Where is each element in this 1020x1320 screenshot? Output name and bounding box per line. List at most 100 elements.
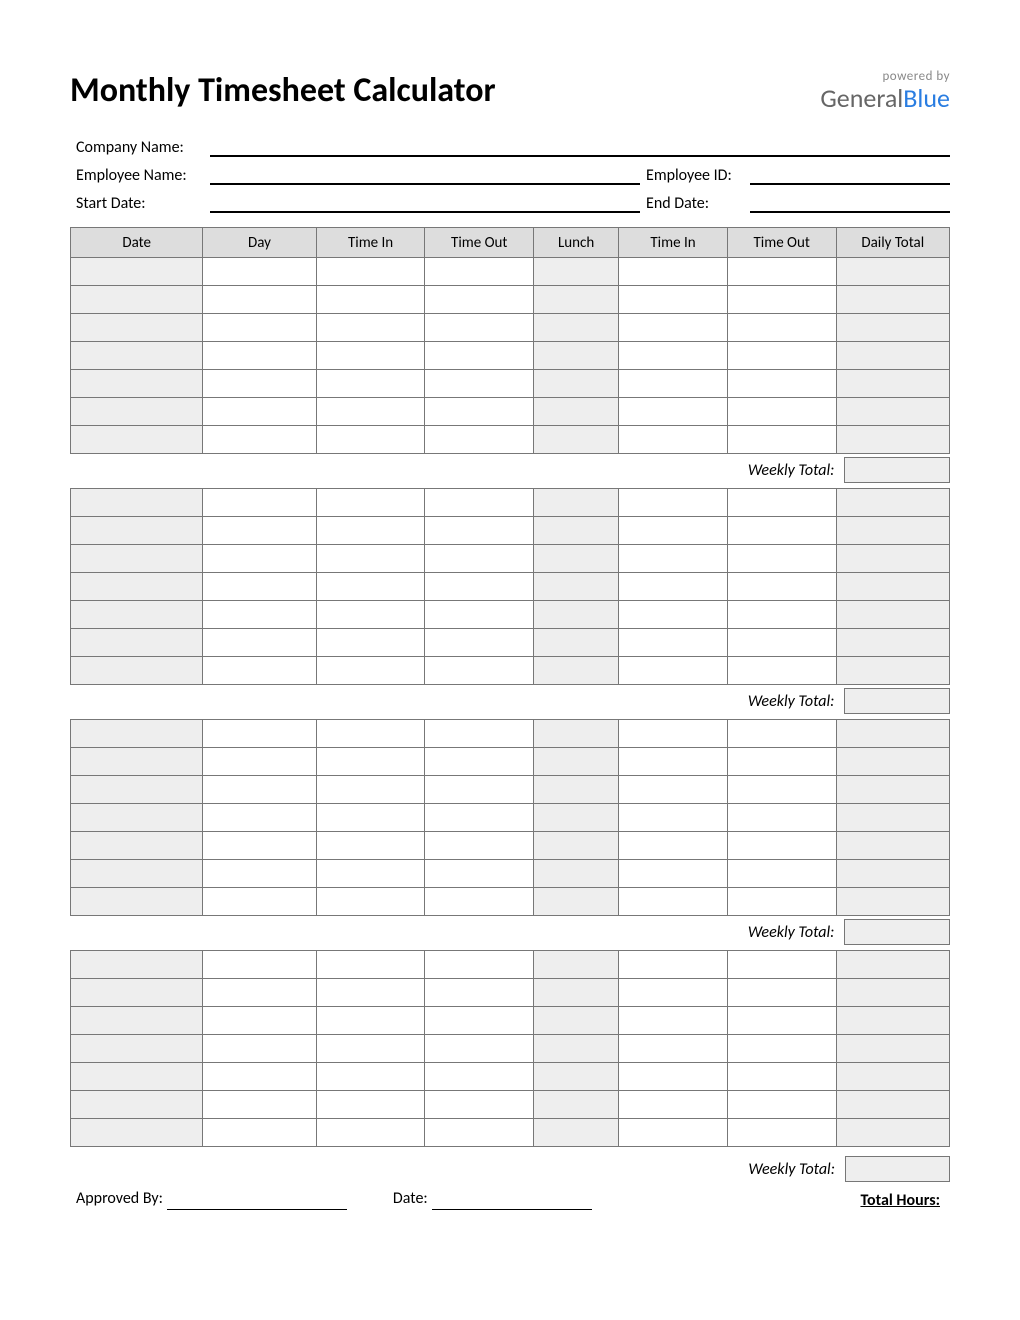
table-cell[interactable] xyxy=(71,979,203,1007)
table-cell[interactable] xyxy=(425,545,534,573)
table-cell[interactable] xyxy=(71,1063,203,1091)
table-cell[interactable] xyxy=(619,804,728,832)
table-cell[interactable] xyxy=(203,370,316,398)
table-cell[interactable] xyxy=(836,1091,949,1119)
table-cell[interactable] xyxy=(316,888,425,916)
table-cell[interactable] xyxy=(203,1007,316,1035)
table-cell[interactable] xyxy=(71,601,203,629)
table-cell[interactable] xyxy=(425,748,534,776)
table-cell[interactable] xyxy=(425,342,534,370)
table-cell[interactable] xyxy=(316,804,425,832)
table-cell[interactable] xyxy=(836,370,949,398)
table-cell[interactable] xyxy=(619,1035,728,1063)
table-cell[interactable] xyxy=(316,398,425,426)
table-cell[interactable] xyxy=(203,601,316,629)
table-cell[interactable] xyxy=(425,1007,534,1035)
table-cell[interactable] xyxy=(71,720,203,748)
table-cell[interactable] xyxy=(534,1007,619,1035)
table-cell[interactable] xyxy=(316,342,425,370)
table-cell[interactable] xyxy=(727,1035,836,1063)
table-cell[interactable] xyxy=(425,573,534,601)
table-cell[interactable] xyxy=(727,601,836,629)
table-cell[interactable] xyxy=(203,832,316,860)
table-cell[interactable] xyxy=(425,426,534,454)
table-cell[interactable] xyxy=(71,426,203,454)
table-cell[interactable] xyxy=(316,720,425,748)
table-cell[interactable] xyxy=(619,573,728,601)
table-cell[interactable] xyxy=(727,720,836,748)
table-cell[interactable] xyxy=(836,258,949,286)
table-cell[interactable] xyxy=(534,860,619,888)
table-cell[interactable] xyxy=(836,629,949,657)
table-cell[interactable] xyxy=(619,1007,728,1035)
table-cell[interactable] xyxy=(619,398,728,426)
table-cell[interactable] xyxy=(316,1091,425,1119)
table-cell[interactable] xyxy=(534,342,619,370)
table-cell[interactable] xyxy=(836,657,949,685)
table-cell[interactable] xyxy=(425,1063,534,1091)
table-cell[interactable] xyxy=(425,1091,534,1119)
table-cell[interactable] xyxy=(203,748,316,776)
table-cell[interactable] xyxy=(836,342,949,370)
table-cell[interactable] xyxy=(619,720,728,748)
table-cell[interactable] xyxy=(836,1007,949,1035)
table-cell[interactable] xyxy=(836,1119,949,1147)
table-cell[interactable] xyxy=(71,1091,203,1119)
table-cell[interactable] xyxy=(425,888,534,916)
table-cell[interactable] xyxy=(316,951,425,979)
table-cell[interactable] xyxy=(836,979,949,1007)
table-cell[interactable] xyxy=(316,1035,425,1063)
table-cell[interactable] xyxy=(619,370,728,398)
table-cell[interactable] xyxy=(836,1063,949,1091)
table-cell[interactable] xyxy=(316,545,425,573)
table-cell[interactable] xyxy=(727,342,836,370)
table-cell[interactable] xyxy=(619,342,728,370)
table-cell[interactable] xyxy=(425,286,534,314)
table-cell[interactable] xyxy=(619,1091,728,1119)
table-cell[interactable] xyxy=(203,657,316,685)
table-cell[interactable] xyxy=(836,398,949,426)
table-cell[interactable] xyxy=(71,489,203,517)
table-cell[interactable] xyxy=(836,888,949,916)
table-cell[interactable] xyxy=(836,804,949,832)
employee-id-field[interactable] xyxy=(750,163,950,185)
table-cell[interactable] xyxy=(425,832,534,860)
table-cell[interactable] xyxy=(619,657,728,685)
table-cell[interactable] xyxy=(203,860,316,888)
table-cell[interactable] xyxy=(534,517,619,545)
table-cell[interactable] xyxy=(619,601,728,629)
table-cell[interactable] xyxy=(534,951,619,979)
table-cell[interactable] xyxy=(71,1035,203,1063)
table-cell[interactable] xyxy=(619,888,728,916)
weekly-total-value[interactable] xyxy=(844,919,950,945)
table-cell[interactable] xyxy=(727,1007,836,1035)
table-cell[interactable] xyxy=(71,258,203,286)
table-cell[interactable] xyxy=(203,888,316,916)
table-cell[interactable] xyxy=(727,489,836,517)
table-cell[interactable] xyxy=(425,804,534,832)
table-cell[interactable] xyxy=(836,720,949,748)
table-cell[interactable] xyxy=(425,258,534,286)
table-cell[interactable] xyxy=(727,804,836,832)
table-cell[interactable] xyxy=(203,258,316,286)
table-cell[interactable] xyxy=(425,1035,534,1063)
table-cell[interactable] xyxy=(71,517,203,545)
table-cell[interactable] xyxy=(203,573,316,601)
table-cell[interactable] xyxy=(619,545,728,573)
table-cell[interactable] xyxy=(534,545,619,573)
table-cell[interactable] xyxy=(71,1007,203,1035)
table-cell[interactable] xyxy=(534,314,619,342)
table-cell[interactable] xyxy=(619,489,728,517)
end-date-field[interactable] xyxy=(750,191,950,213)
table-cell[interactable] xyxy=(203,342,316,370)
table-cell[interactable] xyxy=(534,370,619,398)
table-cell[interactable] xyxy=(727,1091,836,1119)
table-cell[interactable] xyxy=(425,601,534,629)
table-cell[interactable] xyxy=(534,258,619,286)
table-cell[interactable] xyxy=(316,426,425,454)
table-cell[interactable] xyxy=(619,1119,728,1147)
table-cell[interactable] xyxy=(316,629,425,657)
table-cell[interactable] xyxy=(619,979,728,1007)
table-cell[interactable] xyxy=(203,1063,316,1091)
table-cell[interactable] xyxy=(316,979,425,1007)
